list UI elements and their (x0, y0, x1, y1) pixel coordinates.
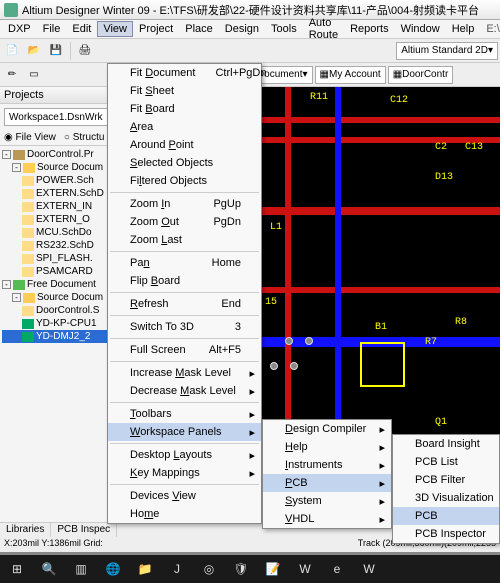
menu-item[interactable]: Flip Board (108, 272, 261, 290)
menu-item[interactable]: PCB Inspector (393, 525, 499, 543)
taskbar-text-icon[interactable]: 📝 (258, 557, 288, 581)
silk-label: C13 (465, 142, 483, 153)
menu-tools[interactable]: Tools (265, 21, 303, 37)
windows-taskbar: ⊞🔍▥🌐📁J◎🛡📝WeW (0, 555, 500, 583)
toolbar-main: 📄 📂 💾 🖨 Altium Standard 2D ▾ (0, 39, 500, 63)
menu-item[interactable]: Filtered Objects (108, 172, 261, 190)
menu-item[interactable]: Fit Sheet (108, 82, 261, 100)
menu-item[interactable]: Workspace Panels▸ (108, 423, 261, 441)
taskbar-shield-icon[interactable]: 🛡 (226, 557, 256, 581)
silk-label: Q1 (435, 417, 447, 428)
pcb-submenu: Board InsightPCB ListPCB Filter3D Visual… (392, 434, 500, 544)
menu-item[interactable]: PCB List (393, 453, 499, 471)
menu-window[interactable]: Window (395, 21, 446, 37)
menu-file[interactable]: File (37, 21, 67, 37)
new-icon[interactable]: 📄 (2, 41, 22, 61)
silk-label: 15 (265, 297, 277, 308)
tab-pcb-inspector[interactable]: PCB Inspec (51, 523, 117, 537)
structure-radio[interactable]: ○ Structu (64, 132, 105, 143)
silk-label: C2 (435, 142, 447, 153)
menu-item[interactable]: Fit Board (108, 100, 261, 118)
silk-label: R11 (310, 92, 328, 103)
menu-item[interactable]: PanHome (108, 254, 261, 272)
taskbar-search-icon[interactable]: 🔍 (34, 557, 64, 581)
menu-item[interactable]: PCB Filter (393, 471, 499, 489)
open-icon[interactable]: 📂 (24, 41, 44, 61)
taskbar-globe-icon[interactable]: 🌐 (98, 557, 128, 581)
menu-auto route[interactable]: Auto Route (303, 15, 344, 43)
silk-label: R8 (455, 317, 467, 328)
menu-item[interactable]: PCB (393, 507, 499, 525)
mode-dropdown[interactable]: Altium Standard 2D ▾ (396, 42, 498, 60)
menu-help[interactable]: Help (446, 21, 481, 37)
menu-item[interactable]: Full ScreenAlt+F5 (108, 341, 261, 359)
menu-item[interactable]: RefreshEnd (108, 295, 261, 313)
menubar: DXPFileEditViewProjectPlaceDesignToolsAu… (0, 20, 500, 39)
taskbar-win-icon[interactable]: ⊞ (2, 557, 32, 581)
menu-item[interactable]: Toolbars▸ (108, 405, 261, 423)
menu-item[interactable]: Fit DocumentCtrl+PgDn (108, 64, 261, 82)
menu-item[interactable]: Instruments▸ (263, 456, 391, 474)
tab-libraries[interactable]: Libraries (0, 523, 51, 537)
menu-item[interactable]: System▸ (263, 492, 391, 510)
menu-edit[interactable]: Edit (66, 21, 97, 37)
silk-label: D13 (435, 172, 453, 183)
silk-label: C12 (390, 95, 408, 106)
menu-item[interactable]: Key Mappings▸ (108, 464, 261, 482)
menu-item[interactable]: Help▸ (263, 438, 391, 456)
menu-item[interactable]: Zoom InPgUp (108, 195, 261, 213)
menu-item[interactable]: Selected Objects (108, 154, 261, 172)
app-icon (4, 3, 18, 17)
menu-item[interactable]: 3D Visualization (393, 489, 499, 507)
menu-item[interactable]: Decrease Mask Level▸ (108, 382, 261, 400)
menu-project[interactable]: Project (133, 21, 179, 37)
file-view-radio[interactable]: ◉ File View (4, 132, 56, 143)
silk-label: B1 (375, 322, 387, 333)
silk-label: L1 (270, 222, 282, 233)
menu-item[interactable]: Zoom OutPgDn (108, 213, 261, 231)
taskbar-writer-icon[interactable]: W (354, 557, 384, 581)
my-account-button[interactable]: ▦ My Account (315, 66, 386, 84)
menu-item[interactable]: PCB▸ (263, 474, 391, 492)
taskbar-chrome-icon[interactable]: ◎ (194, 557, 224, 581)
menu-item[interactable]: Devices View (108, 487, 261, 505)
view-menu: Fit DocumentCtrl+PgDnFit SheetFit BoardA… (107, 63, 262, 524)
tool-icon[interactable]: ▭ (24, 65, 44, 85)
menu-item[interactable]: Desktop Layouts▸ (108, 446, 261, 464)
menu-item[interactable]: Increase Mask Level▸ (108, 364, 261, 382)
menu-view[interactable]: View (97, 21, 133, 37)
menu-item[interactable]: Area (108, 118, 261, 136)
menu-item[interactable]: Board Insight (393, 435, 499, 453)
menu-item[interactable]: Around Point (108, 136, 261, 154)
document-button[interactable]: ▦ DoorContr (388, 66, 454, 84)
menu-item[interactable]: VHDL▸ (263, 510, 391, 528)
taskbar-folder-icon[interactable]: 📁 (130, 557, 160, 581)
menu-place[interactable]: Place (179, 21, 219, 37)
workspace-panels-submenu: Design Compiler▸Help▸Instruments▸PCB▸Sys… (262, 419, 392, 529)
menu-item[interactable]: Design Compiler▸ (263, 420, 391, 438)
print-icon[interactable]: 🖨 (75, 41, 95, 61)
menu-reports[interactable]: Reports (344, 21, 395, 37)
menu-item[interactable]: Home (108, 505, 261, 523)
tool-icon[interactable]: ✏ (2, 65, 22, 85)
taskbar-word-icon[interactable]: W (290, 557, 320, 581)
taskbar-files-icon[interactable]: ▥ (66, 557, 96, 581)
menu-design[interactable]: Design (219, 21, 265, 37)
menu-item[interactable]: Zoom Last (108, 231, 261, 249)
window-title: Altium Designer Winter 09 - E:\TFS\研发部\2… (22, 2, 479, 18)
menu-item[interactable]: Switch To 3D3 (108, 318, 261, 336)
window-titlebar: Altium Designer Winter 09 - E:\TFS\研发部\2… (0, 0, 500, 20)
taskbar-edge-icon[interactable]: e (322, 557, 352, 581)
silk-label: R7 (425, 337, 437, 348)
taskbar-jflash-icon[interactable]: J (162, 557, 192, 581)
menu-dxp[interactable]: DXP (2, 21, 37, 37)
status-coords: X:203mil Y:1386mil Grid: (4, 538, 103, 551)
save-icon[interactable]: 💾 (46, 41, 66, 61)
